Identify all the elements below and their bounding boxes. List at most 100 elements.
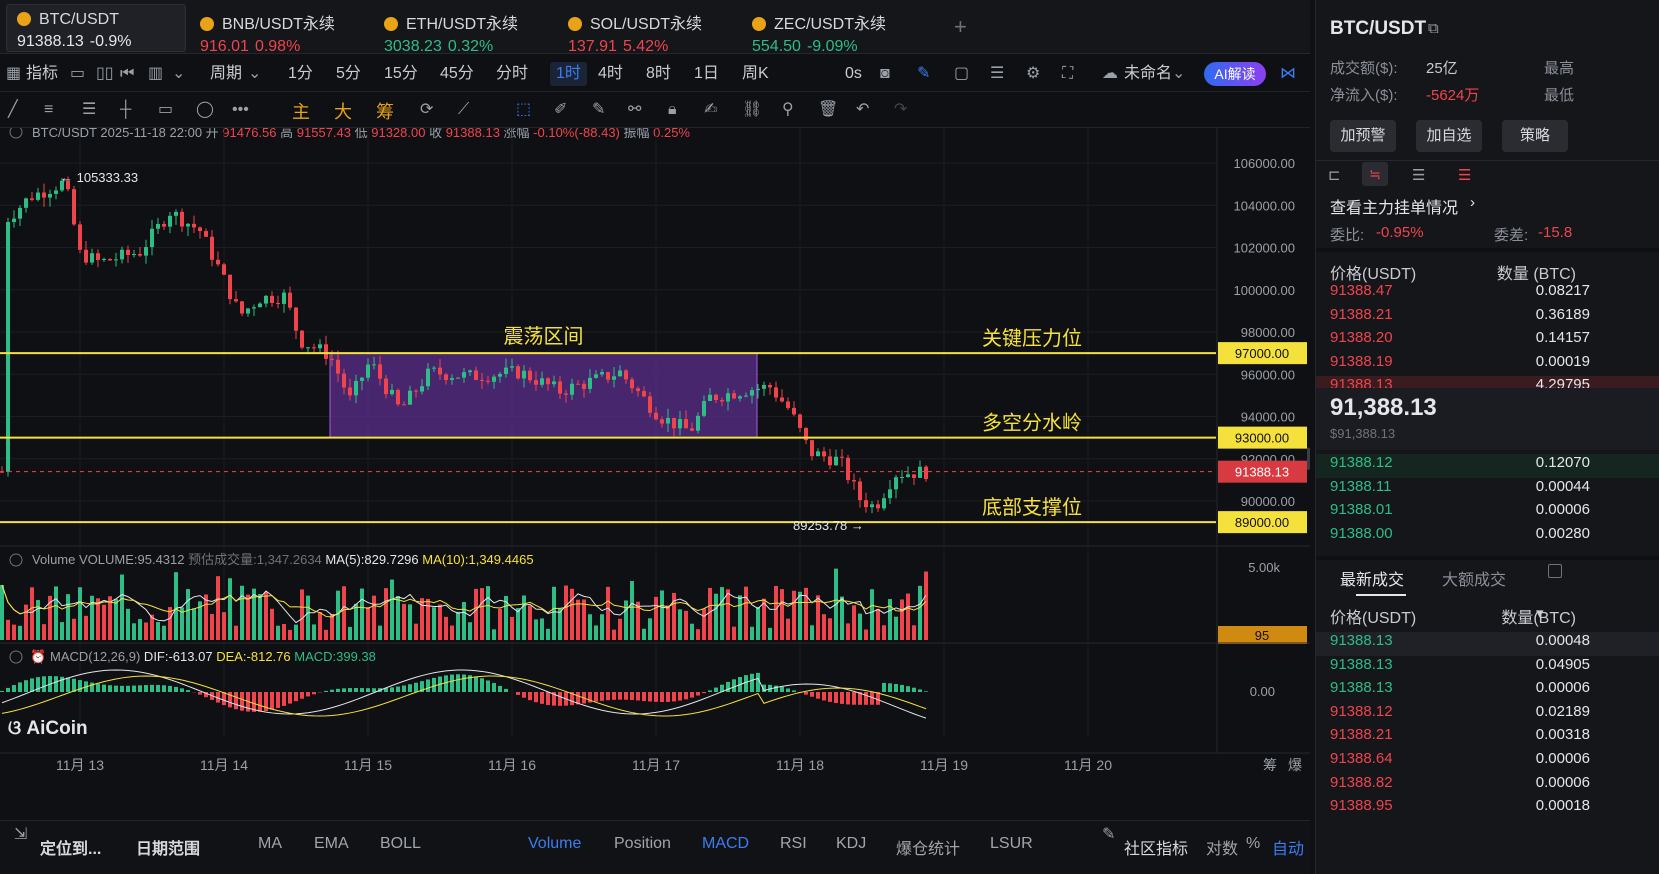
more-tools-icon[interactable]: ••• [232,92,249,128]
trash-icon[interactable]: 🗑︎ [818,92,838,128]
interval-8[interactable]: 1日 [694,62,719,86]
edit-icon[interactable]: ✍ [704,92,717,128]
log-toggle[interactable]: 对数 [1206,835,1238,859]
community-indicators[interactable]: 社区指标 [1124,835,1188,859]
ask-row[interactable]: 91388.21 0.36189 [1330,306,1659,330]
path-icon[interactable]: ⟋ [458,92,469,128]
chips-label[interactable]: 筹 [376,98,394,124]
bid-row[interactable]: 91388.00 0.00280 [1330,525,1659,549]
indicator-tab-5[interactable]: MACD [702,835,749,853]
bid-row[interactable]: 91388.11 0.00044 [1330,478,1659,502]
eye-icon[interactable] [9,650,23,664]
comment-icon[interactable]: ▢ [954,56,969,92]
chevron-down-icon[interactable]: ⌄ [172,56,185,92]
ticker-tab[interactable]: SOL/USDT永续 137.91 5.42% [558,4,733,55]
range-box[interactable] [329,352,758,439]
camera-icon[interactable]: ◙ [880,56,890,92]
settings-icon[interactable]: ⚙ [1026,56,1040,92]
ruler-icon[interactable]: ✐ [554,92,567,128]
pen-icon[interactable]: ✎ [917,56,930,92]
add-tab-button[interactable]: + [954,14,967,40]
undo-icon[interactable]: ↶ [856,92,869,128]
add-watchlist-button[interactable]: 加自选 [1416,120,1482,152]
price-chart[interactable]: BTC/USDT 2025-11-18 22:00 开 91476.56 高 9… [0,128,1310,820]
interval-5[interactable]: 1时 [550,62,587,86]
interval-7[interactable]: 8时 [646,62,671,86]
filter-icon[interactable]: ⚲ [782,92,794,128]
liquidation-toggle[interactable]: 爆 [1288,757,1302,773]
indicator-button[interactable]: 指标 [26,62,58,86]
layout-name[interactable]: 未命名 [1124,62,1172,86]
tab-latest-trades[interactable]: 最新成交 [1340,566,1404,590]
ticker-tab[interactable]: BNB/USDT永续 916.01 0.98% [190,4,365,55]
indicator-tab-6[interactable]: RSI [780,835,807,853]
interval-6[interactable]: 4时 [598,62,623,86]
interval-0[interactable]: 1分 [288,62,313,86]
caret-down-icon[interactable]: ▾ [1536,604,1544,622]
list-icon[interactable]: ☰ [990,56,1004,92]
indicator-tab-3[interactable]: Volume [528,835,581,853]
orderbook-both-icon[interactable]: ≒ [1362,162,1388,186]
redo-icon[interactable]: ↷ [894,92,907,128]
calendar-icon[interactable]: ▭ [70,56,85,92]
measure-icon[interactable]: ⟳ [420,92,433,128]
axis-scroll-handle[interactable] [1307,447,1310,470]
indicator-tab-0[interactable]: MA [258,835,282,853]
interval-4[interactable]: 分时 [496,62,528,86]
add-alert-button[interactable]: 加预警 [1330,120,1396,152]
ticker-tab[interactable]: ETH/USDT永续 3038.23 0.32% [374,4,549,55]
fullscreen-icon[interactable]: ⛶ [1062,56,1073,92]
indicator-tab-8[interactable]: 爆仓统计 [896,835,960,859]
cursor-icon[interactable]: ⬚ [516,92,531,128]
alarm-icon[interactable]: ⏰ [30,648,46,664]
magnet-icon[interactable]: ⚯ [628,92,641,128]
tab-large-trades[interactable]: 大额成交 [1442,566,1506,590]
hlines-tool-icon[interactable]: ≡ [44,92,53,128]
trade-qty-header[interactable]: 数量(BTC) [1458,604,1576,628]
hline-tool-icon[interactable]: ┼ [120,92,131,128]
eye-icon[interactable] [9,553,23,567]
link-icon[interactable]: ⛓ [742,92,762,128]
period-button[interactable]: 周期 [210,62,242,86]
layout-icon[interactable]: ▯▯ [96,56,114,92]
indicator-tab-7[interactable]: KDJ [836,835,866,853]
auto-toggle[interactable]: 自动 [1272,835,1304,859]
locate-icon[interactable]: ⇲ [14,817,27,853]
locate-button[interactable]: 定位到... [40,835,101,859]
ask-row[interactable]: 91388.20 0.14157 [1330,329,1659,353]
candle-type-icon[interactable]: ▥ [148,56,163,92]
main-force-label[interactable]: 主 [292,98,310,124]
date-range-button[interactable]: 日期范围 [136,835,200,859]
interval-2[interactable]: 15分 [384,62,418,86]
strategy-button[interactable]: 策略 [1502,120,1568,152]
interval-1[interactable]: 5分 [336,62,361,86]
depth-link[interactable]: 查看主力挂单情况 [1330,194,1458,218]
parallel-tool-icon[interactable]: ☰ [82,92,96,128]
eye-icon[interactable] [9,128,23,139]
ticker-tab[interactable]: BTC/USDT 91388.13 -0.9% [6,4,186,52]
chevron-down-icon[interactable]: ⌄ [1172,56,1185,92]
copy-icon[interactable]: ⧉ [1428,20,1439,37]
rect-tool-icon[interactable]: ▭ [158,92,173,128]
filter-checkbox[interactable] [1548,564,1562,578]
ai-analysis-button[interactable]: AI解读 [1204,62,1266,86]
interval-3[interactable]: 45分 [440,62,474,86]
indicator-tab-4[interactable]: Position [614,835,671,853]
orderbook-view-icon[interactable]: ⊏ [1328,166,1341,184]
ellipse-tool-icon[interactable]: ◯ [196,92,214,128]
chips-toggle[interactable]: 筹 [1263,757,1277,773]
line-tool-icon[interactable]: ╱ [8,92,18,128]
brush-icon[interactable]: ✎ [592,92,605,128]
replay-icon[interactable]: ⏮ [120,56,134,92]
big-order-label[interactable]: 大 [334,98,352,124]
orderbook-asks-icon[interactable]: ☰ [1458,166,1471,184]
bid-row[interactable]: 91388.01 0.00006 [1330,501,1659,525]
share-icon[interactable]: ⋈ [1280,56,1296,92]
chevron-right-icon[interactable]: › [1470,194,1475,211]
percent-toggle[interactable]: % [1246,835,1260,853]
indicator-tab-9[interactable]: LSUR [990,835,1033,853]
indicator-tab-1[interactable]: EMA [314,835,349,853]
interval-9[interactable]: 周K [742,62,769,86]
lock-icon[interactable]: 🔒︎ [668,92,677,128]
indicator-icon[interactable]: ▦ [6,56,21,92]
